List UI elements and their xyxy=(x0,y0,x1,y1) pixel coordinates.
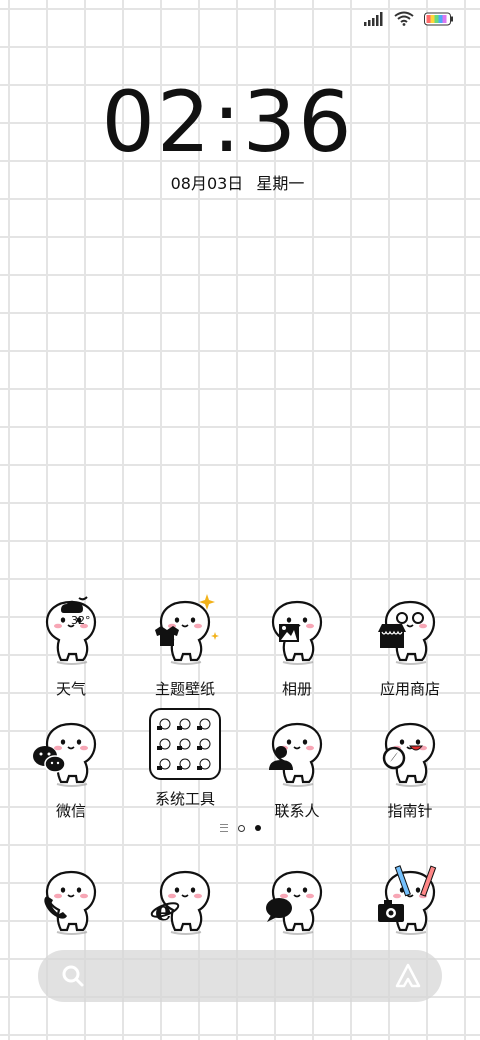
battery-icon xyxy=(424,12,453,25)
gallery-icon xyxy=(257,590,337,670)
browser-icon: e xyxy=(145,860,225,940)
wechat-icon xyxy=(31,712,111,792)
svg-text:e: e xyxy=(155,897,172,927)
messages-icon xyxy=(257,860,337,940)
app-store-icon xyxy=(370,590,450,670)
compass-icon xyxy=(370,712,450,792)
dock-browser[interactable]: e xyxy=(130,860,240,940)
date-text: 08月03日 xyxy=(170,174,244,193)
app-label: 联系人 xyxy=(274,802,320,820)
page-dot-1[interactable] xyxy=(237,824,245,832)
dock-camera[interactable] xyxy=(355,860,465,940)
camera-icon xyxy=(370,860,450,940)
contacts-icon xyxy=(257,712,337,792)
app-compass[interactable]: 指南针 xyxy=(355,712,465,821)
phone-icon xyxy=(31,860,111,940)
wifi-icon xyxy=(394,11,414,26)
app-label: 主题壁纸 xyxy=(154,680,215,698)
dock-phone[interactable] xyxy=(16,860,126,940)
system-tools-folder-icon xyxy=(149,708,221,780)
weather-temp: 32° xyxy=(71,614,91,627)
app-store[interactable]: 应用商店 xyxy=(355,590,465,699)
weather-icon: 32° xyxy=(31,590,111,670)
dock-messages[interactable] xyxy=(242,860,352,940)
page-indicator[interactable] xyxy=(0,824,480,832)
app-weather[interactable]: 32° 天气 xyxy=(16,590,126,699)
app-wechat[interactable]: 微信 xyxy=(16,712,126,821)
status-bar xyxy=(0,0,480,40)
page-dot-2-active[interactable] xyxy=(254,825,261,831)
app-system-tools[interactable]: 系统工具 xyxy=(130,708,240,809)
app-label: 系统工具 xyxy=(154,790,215,808)
app-label: 应用商店 xyxy=(379,680,440,698)
app-gallery[interactable]: 相册 xyxy=(242,590,352,699)
weekday-text: 星期一 xyxy=(256,174,305,193)
search-bar[interactable] xyxy=(38,950,442,1002)
app-label: 指南针 xyxy=(387,802,433,820)
app-theme[interactable]: 主题壁纸 xyxy=(130,590,240,699)
search-icon xyxy=(62,965,84,987)
app-label: 相册 xyxy=(281,680,312,698)
app-contacts[interactable]: 联系人 xyxy=(242,712,352,821)
assistant-icon[interactable] xyxy=(394,962,422,990)
signal-icon xyxy=(364,11,383,26)
clock-date[interactable]: 08月03日 星期一 xyxy=(0,170,475,194)
menu-lines-icon[interactable] xyxy=(219,824,228,832)
clock-time[interactable]: 02:36 xyxy=(0,80,455,164)
app-label: 微信 xyxy=(55,802,86,820)
app-label: 天气 xyxy=(55,680,86,698)
theme-icon xyxy=(145,590,225,670)
